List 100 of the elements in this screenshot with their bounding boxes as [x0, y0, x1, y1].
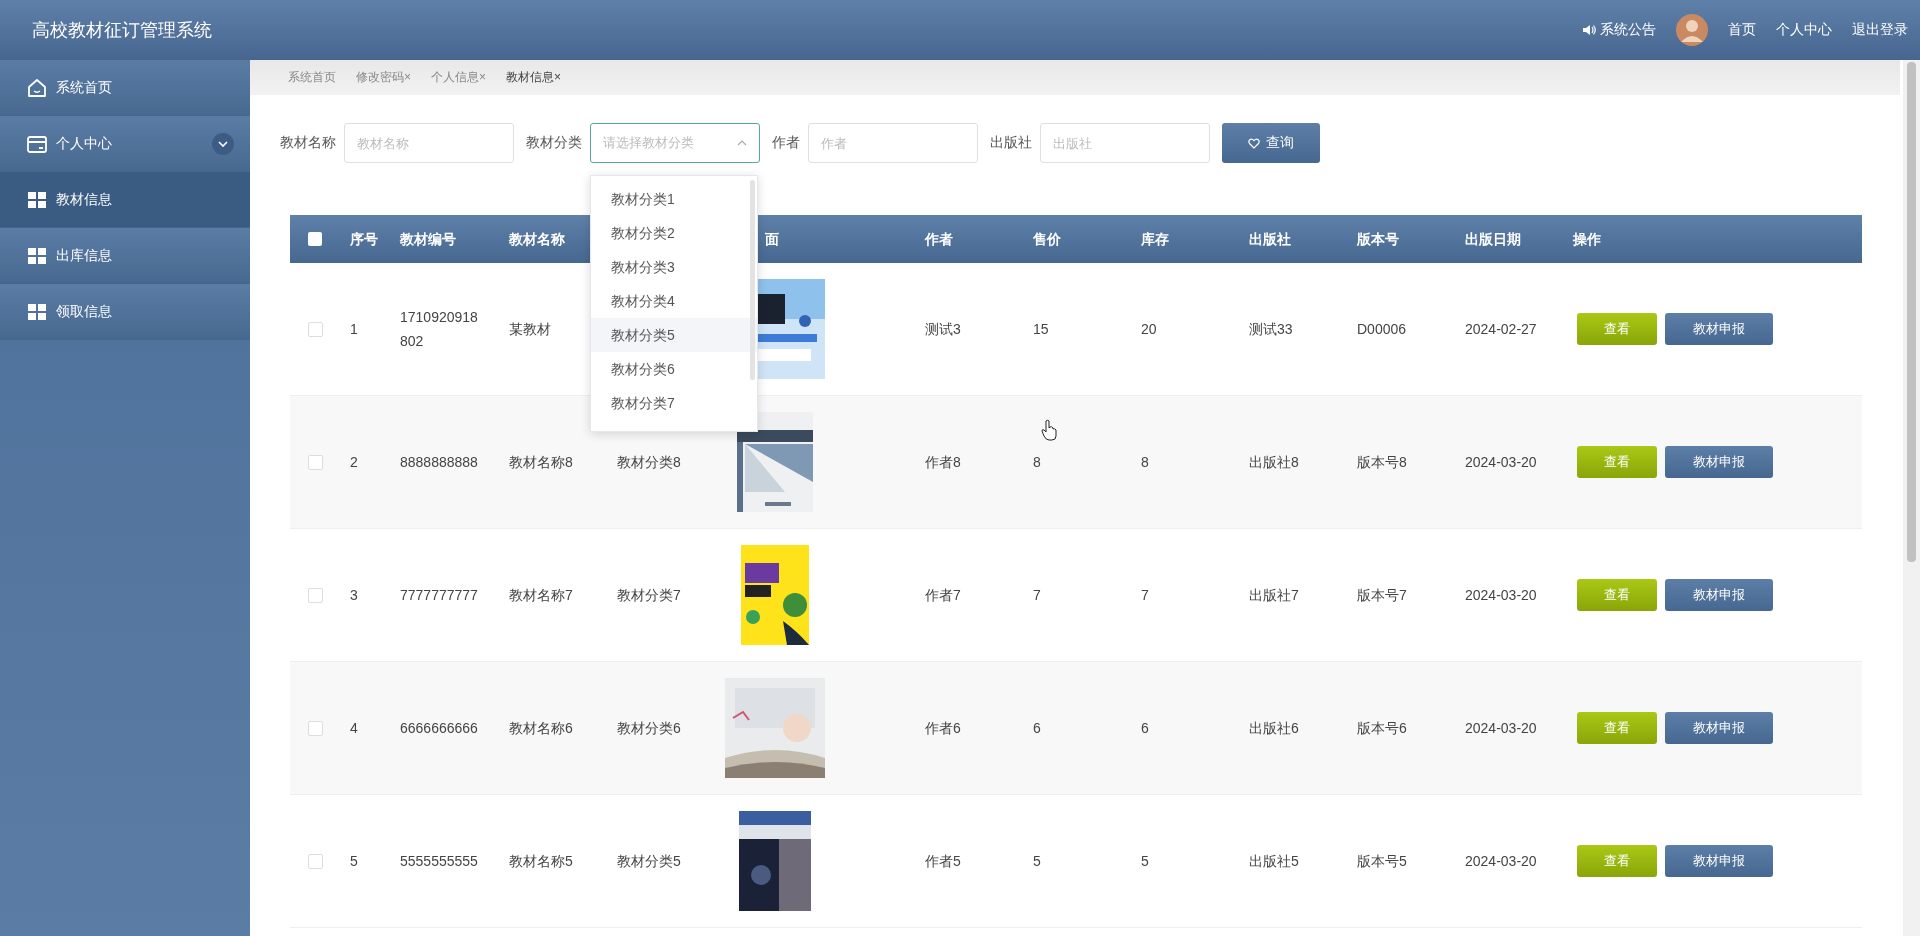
column-header: 版本号 [1356, 230, 1400, 249]
dropdown-scrollbar[interactable] [750, 180, 755, 380]
column-header: 序号 [349, 230, 379, 249]
field-label: 教材名称 [280, 134, 336, 152]
apply-button[interactable]: 教材申报 [1665, 579, 1773, 611]
table-cell-text: 出版社7 [1248, 586, 1300, 605]
tab[interactable]: 教材信息× [506, 69, 562, 86]
scroll-thumb[interactable] [1907, 62, 1916, 562]
table-cell-text: 7 [1032, 586, 1042, 605]
column-header: 教材名称 [508, 230, 566, 249]
table-cell-text: 作者7 [924, 586, 962, 605]
table-cell-text: 2024-03-20 [1464, 453, 1538, 472]
tab[interactable]: 修改密码× [356, 69, 411, 86]
table-cell-text: 6666666666 [399, 719, 479, 738]
nav-link[interactable]: 退出登录 [1852, 21, 1908, 39]
table-cell-text: 某教材 [508, 320, 552, 339]
dropdown-option[interactable]: 教材分类3 [591, 250, 757, 284]
table-cell-text: 作者5 [924, 852, 962, 871]
table-cell-text: 1 [349, 320, 359, 339]
table-cell-text: 2024-03-20 [1464, 586, 1538, 605]
sidebar-item[interactable]: 系统首页 [0, 60, 250, 116]
apply-button[interactable]: 教材申报 [1665, 845, 1773, 877]
column-header: 出版日期 [1464, 230, 1522, 249]
table-cell-text: 教材分类7 [616, 586, 682, 605]
table-cell-text: 20 [1140, 320, 1158, 339]
search-button[interactable]: 查询 [1222, 123, 1320, 163]
table-cell-text: 作者6 [924, 719, 962, 738]
table-cell-text: 2024-02-27 [1464, 320, 1538, 339]
row-checkbox[interactable] [307, 720, 323, 736]
notice-label: 系统公告 [1600, 21, 1656, 39]
nav-link[interactable]: 首页 [1728, 21, 1756, 39]
table-cell-text: 作者8 [924, 453, 962, 472]
select-all-checkbox[interactable] [308, 232, 322, 246]
nav-link[interactable]: 个人中心 [1776, 21, 1832, 39]
input-field[interactable]: 出版社 [1040, 123, 1210, 163]
table-cell-text: 教材分类6 [616, 719, 682, 738]
table-cell-text: 15 [1032, 320, 1050, 339]
table-cell-text: 6 [1140, 719, 1150, 738]
row-checkbox[interactable] [307, 853, 323, 869]
table-cell-text: 5 [349, 852, 359, 871]
sidebar-item[interactable]: 教材信息 [0, 172, 250, 228]
column-header: 出版社 [1248, 230, 1292, 249]
caret-up-icon [737, 140, 747, 146]
column-header: 面 [764, 230, 780, 249]
table-cell-text: 版本号8 [1356, 453, 1408, 472]
table-cell-text: 8888888888 [399, 453, 479, 472]
dropdown-option[interactable]: 教材分类2 [591, 216, 757, 250]
row-checkbox[interactable] [307, 321, 323, 337]
dropdown-option[interactable]: 教材分类5 [591, 318, 757, 352]
table-cell-text: 2024-03-20 [1464, 719, 1538, 738]
avatar[interactable] [1676, 14, 1708, 46]
table-cell-text: 教材名称6 [508, 719, 574, 738]
table-cell-text: 2 [349, 453, 359, 472]
table-cell-text: 8 [1032, 453, 1042, 472]
table-cell-text: 2024-03-20 [1464, 852, 1538, 871]
table-cell-text: 4 [349, 719, 359, 738]
table-cell-text: D00006 [1356, 320, 1408, 339]
table-cell-text: 7 [1140, 586, 1150, 605]
sidebar-item[interactable]: 个人中心 [0, 116, 250, 172]
table-cell-text: 版本号6 [1356, 719, 1408, 738]
tab[interactable]: 系统首页 [288, 69, 336, 86]
sidebar-item[interactable]: 出库信息 [0, 228, 250, 284]
dropdown-option[interactable]: 教材分类4 [591, 284, 757, 318]
table-cell-text: 版本号7 [1356, 586, 1408, 605]
row-checkbox[interactable] [307, 587, 323, 603]
input-field[interactable]: 教材名称 [344, 123, 514, 163]
table-cell-text: 5 [1032, 852, 1042, 871]
dropdown-option[interactable]: 教材分类6 [591, 352, 757, 386]
table-cell-text: 测试3 [924, 320, 962, 339]
row-checkbox[interactable] [307, 454, 323, 470]
table-cell-text: 8 [1140, 453, 1150, 472]
dropdown-option[interactable]: 教材分类1 [591, 182, 757, 216]
heart-icon [1248, 137, 1260, 149]
column-header: 售价 [1032, 230, 1062, 249]
tab[interactable]: 个人信息× [431, 69, 487, 86]
table-cell-text: 出版社8 [1248, 453, 1300, 472]
field-label: 教材分类 [526, 134, 582, 152]
column-header: 库存 [1140, 230, 1170, 249]
speaker-icon [1582, 23, 1596, 37]
table-cell-text: 6 [1032, 719, 1042, 738]
table-cell-text: 教材名称5 [508, 852, 574, 871]
table-cell-text: 7777777777 [399, 586, 479, 605]
apply-button[interactable]: 教材申报 [1665, 712, 1773, 744]
table-cell-text: 5555555555 [399, 852, 479, 871]
input-field[interactable]: 作者 [808, 123, 978, 163]
table-cell-text: 5 [1140, 852, 1150, 871]
field-label: 作者 [772, 134, 800, 152]
hand-cursor-icon [1041, 419, 1057, 441]
notice-link[interactable]: 系统公告 [1582, 21, 1656, 39]
column-header: 操作 [1572, 230, 1602, 249]
table-cell-text: 出版社5 [1248, 852, 1300, 871]
apply-button[interactable]: 教材申报 [1665, 313, 1773, 345]
app-title: 高校教材征订管理系统 [32, 19, 213, 42]
dropdown-option[interactable]: 教材分类7 [591, 386, 757, 420]
table-cell-text: 教材分类8 [616, 453, 682, 472]
scrollbar[interactable] [1903, 60, 1920, 936]
apply-button[interactable]: 教材申报 [1665, 446, 1773, 478]
home-icon [26, 76, 48, 99]
sidebar-item[interactable]: 领取信息 [0, 284, 250, 340]
field-label: 出版社 [990, 134, 1032, 152]
